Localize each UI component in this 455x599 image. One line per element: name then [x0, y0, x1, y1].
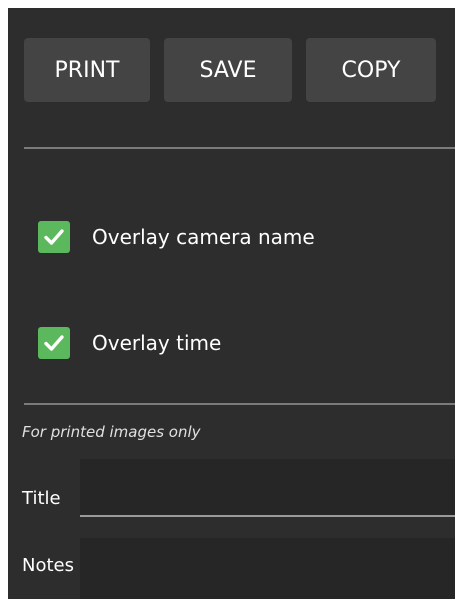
overlay-time-option[interactable]: Overlay time [38, 326, 221, 360]
divider [24, 403, 455, 405]
overlay-time-checkbox[interactable] [38, 327, 70, 359]
print-only-hint: For printed images only [22, 423, 201, 441]
title-label: Title [22, 488, 61, 509]
print-export-panel: PRINT SAVE COPY Overlay camera name Over… [8, 8, 455, 599]
overlay-camera-name-label: Overlay camera name [92, 225, 315, 249]
title-input[interactable] [80, 459, 455, 517]
overlay-camera-name-option[interactable]: Overlay camera name [38, 220, 315, 254]
checkmark-icon [44, 229, 64, 245]
notes-textarea[interactable] [80, 538, 455, 599]
divider [24, 147, 455, 149]
print-button[interactable]: PRINT [24, 38, 150, 102]
overlay-time-label: Overlay time [92, 331, 222, 355]
overlay-camera-name-checkbox[interactable] [38, 221, 70, 253]
copy-button[interactable]: COPY [306, 38, 436, 102]
save-button[interactable]: SAVE [164, 38, 292, 102]
notes-label: Notes [22, 555, 74, 576]
checkmark-icon [44, 335, 64, 351]
